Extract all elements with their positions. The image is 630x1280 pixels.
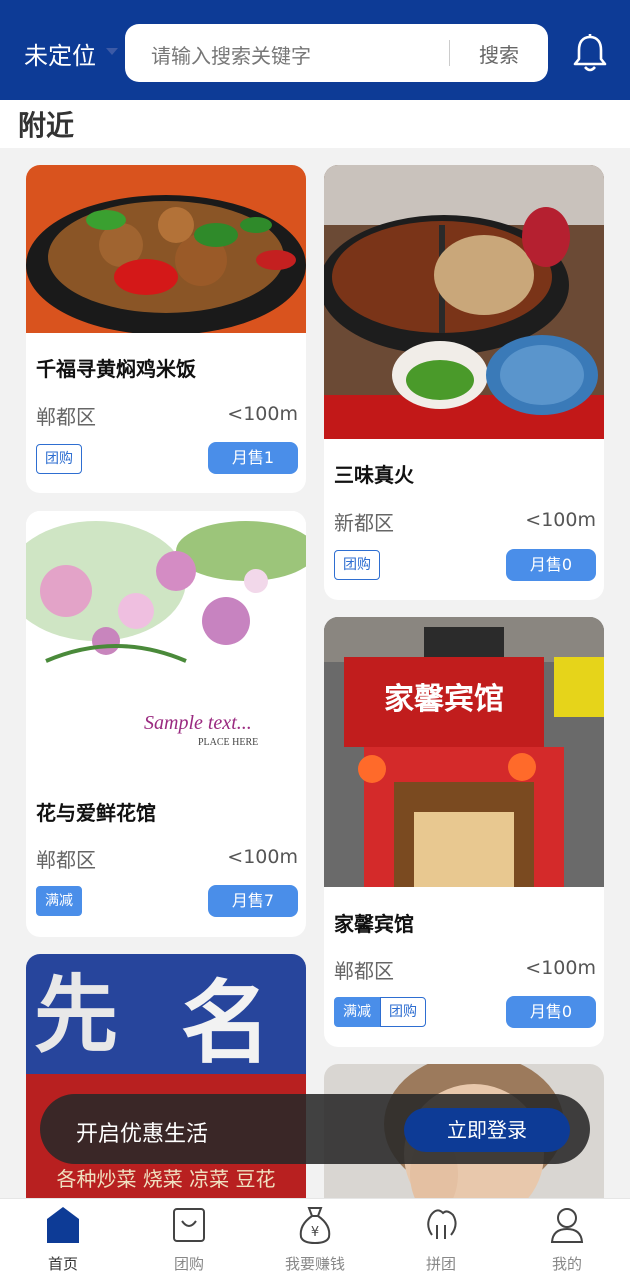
section-header [0,100,630,148]
tab-label: 我要赚钱 [284,1255,345,1273]
tab-group-buy[interactable]: 团购 [126,1199,252,1280]
tag-group-buy: 团购 [380,997,426,1027]
banner-text: 开启优惠生活 [76,1122,209,1147]
tab-label: 我的 [551,1255,582,1273]
top-header: 未定位 请输入搜索关键字 搜索 [0,0,630,100]
group-icon [427,1209,457,1239]
shop-name: 花与爱鲜花馆 [36,801,156,825]
search-divider [449,40,450,66]
search-button[interactable]: 搜索 [479,39,519,68]
image-sign-subtext: 各种炒菜 烧菜 凉菜 豆花 [56,1167,275,1191]
shop-distance: <100m [227,403,298,425]
shop-district: 郸都区 [334,959,394,983]
shop-distance: <100m [227,846,298,868]
monthly-sales-badge: 月售1 [208,442,298,474]
image-sign-text: 先 [34,966,118,1064]
tag-discount: 满减 [334,997,380,1027]
tab-label: 团购 [173,1255,204,1273]
tag-group-buy: 团购 [334,550,380,580]
restaurant-sign-photo: 先 名 各种炒菜 烧菜 凉菜 豆花 [26,954,306,1214]
shop-district: 郸都区 [36,848,96,872]
tab-home[interactable]: 首页 [0,1199,126,1280]
image-overlay-text: Sample text... [144,712,252,734]
shop-distance: <100m [525,509,596,531]
search-bar[interactable]: 请输入搜索关键字 搜索 [125,24,548,82]
braised-chicken-photo [26,165,306,333]
image-sign-text: 名 [181,971,271,1076]
shop-card[interactable]: 家馨宾馆 家馨宾馆 郸都区 <100m 满减 团购 月售0 [324,617,604,1047]
login-banner: 开启优惠生活 立即登录 [40,1094,590,1164]
bottom-tab-bar: 首页 团购 ¥ 我要赚钱 拼团 我的 [0,1198,630,1280]
tab-label: 首页 [47,1255,78,1273]
shop-card[interactable]: Sample text... PLACE HERE 花与爱鲜花馆 郸都区 <10… [26,511,306,937]
monthly-sales-badge: 月售0 [506,996,596,1028]
user-icon [550,1208,584,1243]
shop-name: 家馨宾馆 [334,912,414,936]
login-button[interactable]: 立即登录 [404,1108,570,1152]
shop-district: 新都区 [334,511,394,535]
monthly-sales-badge: 月售0 [506,549,596,581]
flowers-photo: Sample text... PLACE HERE [26,511,306,773]
shop-name: 千福寻黄焖鸡米饭 [36,357,196,381]
bell-icon[interactable] [570,32,610,74]
shop-district: 郸都区 [36,405,96,429]
section-title: 附近 [18,109,75,142]
hotpot-photo [324,165,604,439]
shop-distance: <100m [525,957,596,979]
hotel-storefront-photo: 家馨宾馆 [324,617,604,887]
tag-discount: 满减 [36,886,82,916]
shop-card[interactable]: 三味真火 新都区 <100m 团购 月售0 [324,165,604,600]
money-bag-icon: ¥ [299,1207,331,1245]
svg-text:¥: ¥ [311,1225,319,1240]
shop-card[interactable]: 先 名 各种炒菜 烧菜 凉菜 豆花 [26,954,306,1214]
shop-name: 三味真火 [334,463,414,487]
monthly-sales-badge: 月售7 [208,885,298,917]
tab-earn-money[interactable]: ¥ 我要赚钱 [252,1199,378,1280]
image-sign-text: 家馨宾馆 [384,682,504,717]
chevron-down-icon[interactable] [106,48,118,55]
tab-label: 拼团 [425,1255,456,1273]
tag-group-buy: 团购 [36,444,82,474]
tab-team-buy[interactable]: 拼团 [378,1199,504,1280]
home-icon [47,1207,79,1243]
shop-card[interactable]: 千福寻黄焖鸡米饭 郸都区 <100m 团购 月售1 [26,165,306,493]
search-input[interactable]: 请输入搜索关键字 [151,40,311,69]
location-selector[interactable]: 未定位 [24,36,96,71]
tab-profile[interactable]: 我的 [504,1199,630,1280]
image-overlay-subtext: PLACE HERE [198,737,258,748]
shopping-bag-icon [173,1208,205,1242]
